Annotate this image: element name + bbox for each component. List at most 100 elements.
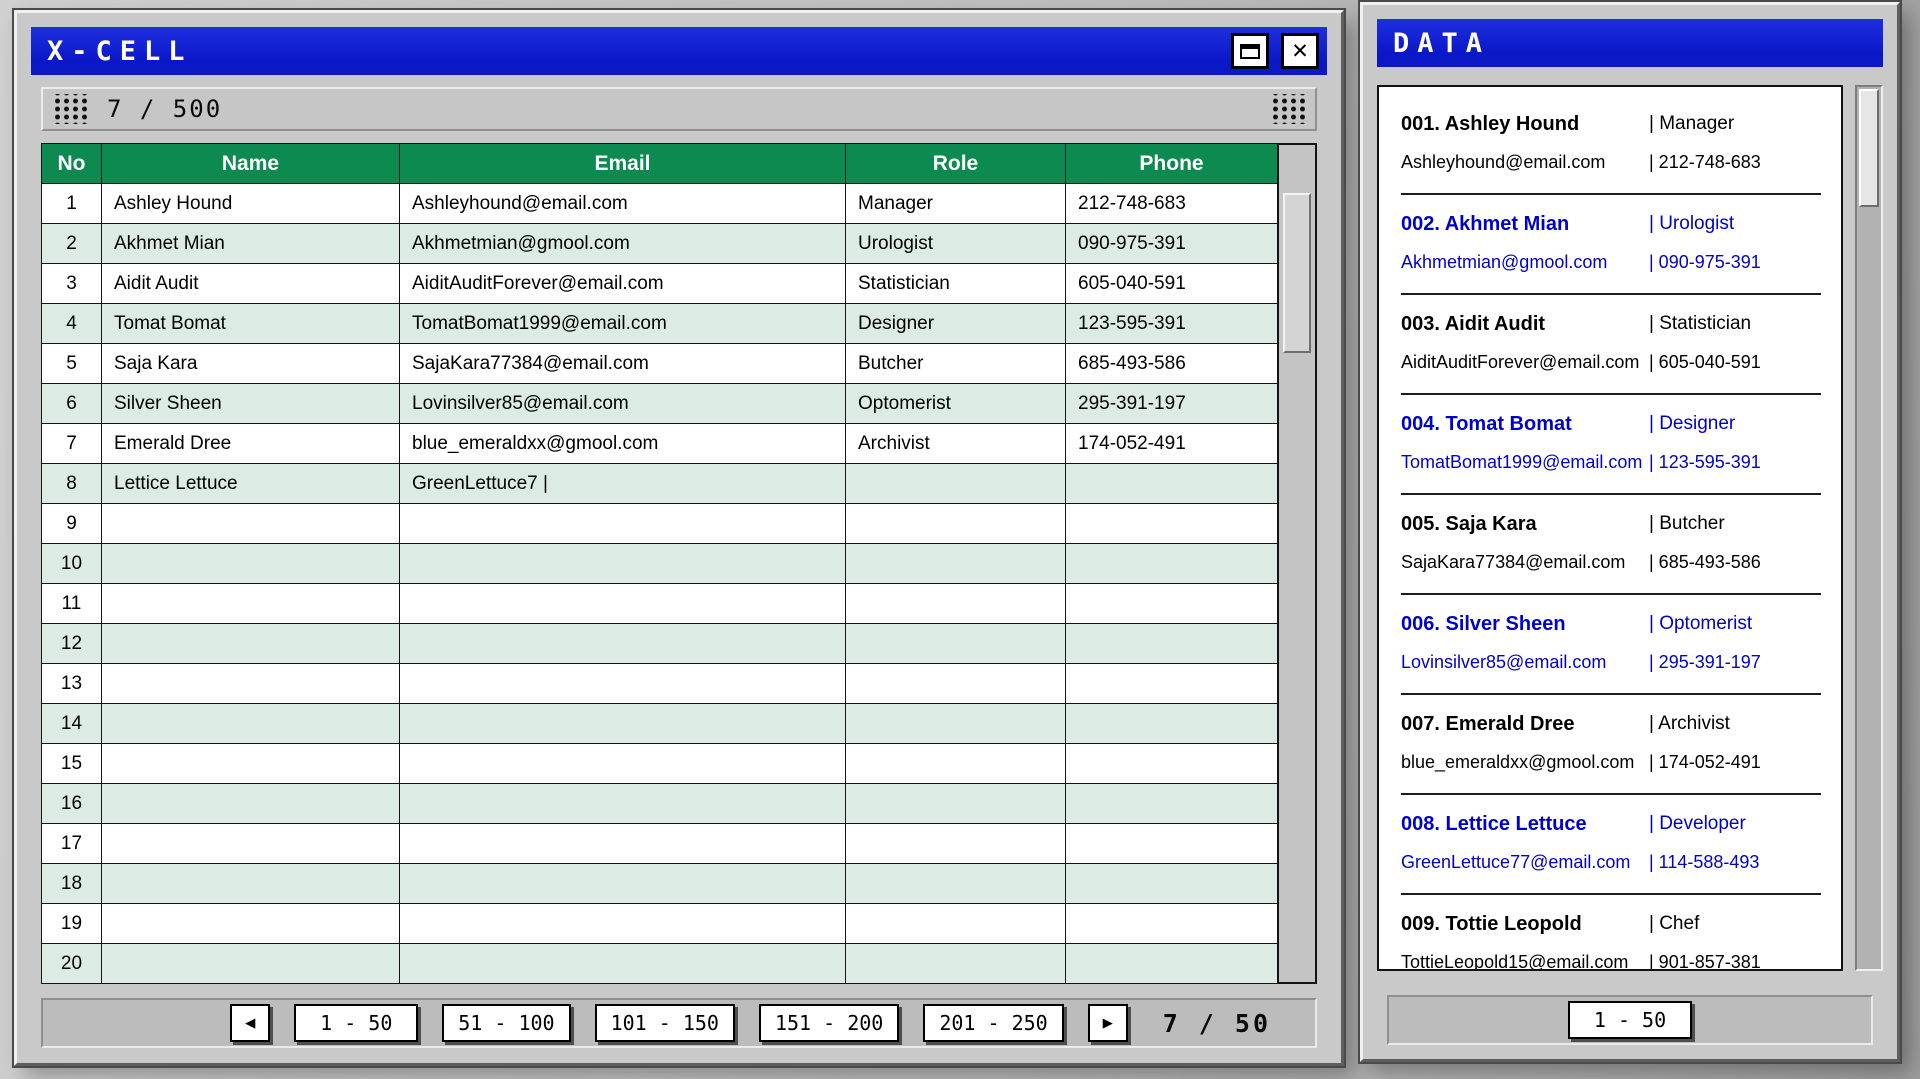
row-number[interactable]: 20 — [42, 944, 102, 984]
row-number[interactable]: 1 — [42, 184, 102, 224]
row-number[interactable]: 19 — [42, 904, 102, 944]
cell-phone[interactable] — [1066, 704, 1278, 744]
cell-phone[interactable]: 212-748-683 — [1066, 184, 1278, 224]
cell-phone[interactable] — [1066, 824, 1278, 864]
cell-role[interactable] — [846, 744, 1066, 784]
maximize-button[interactable] — [1231, 33, 1269, 69]
data-entry[interactable]: 004. Tomat Bomat| DesignerTomatBomat1999… — [1401, 395, 1821, 495]
cell-name[interactable] — [102, 504, 400, 544]
row-number[interactable]: 18 — [42, 864, 102, 904]
data-entry[interactable]: 008. Lettice Lettuce| DeveloperGreenLett… — [1401, 795, 1821, 895]
cell-name[interactable]: Ashley Hound — [102, 184, 400, 224]
cell-phone[interactable] — [1066, 744, 1278, 784]
cell-name[interactable]: Silver Sheen — [102, 384, 400, 424]
cell-email[interactable] — [400, 864, 846, 904]
cell-phone[interactable]: 123-595-391 — [1066, 304, 1278, 344]
cell-email[interactable] — [400, 504, 846, 544]
cell-name[interactable] — [102, 584, 400, 624]
cell-email[interactable]: AiditAuditForever@email.com — [400, 264, 846, 304]
cell-email[interactable]: TomatBomat1999@email.com — [400, 304, 846, 344]
cell-role[interactable] — [846, 504, 1066, 544]
row-number[interactable]: 2 — [42, 224, 102, 264]
cell-email[interactable] — [400, 784, 846, 824]
cell-phone[interactable] — [1066, 664, 1278, 704]
cell-name[interactable] — [102, 744, 400, 784]
cell-name[interactable] — [102, 784, 400, 824]
row-number[interactable]: 5 — [42, 344, 102, 384]
cell-email[interactable] — [400, 944, 846, 984]
cell-phone[interactable] — [1066, 904, 1278, 944]
row-number[interactable]: 8 — [42, 464, 102, 504]
cell-phone[interactable]: 685-493-586 — [1066, 344, 1278, 384]
data-entry[interactable]: 006. Silver Sheen| OptomeristLovinsilver… — [1401, 595, 1821, 695]
cell-phone[interactable]: 295-391-197 — [1066, 384, 1278, 424]
page-range-button[interactable]: 1 - 50 — [1568, 1001, 1692, 1039]
cell-role[interactable] — [846, 704, 1066, 744]
cell-role[interactable]: Optomerist — [846, 384, 1066, 424]
column-header-phone[interactable]: Phone — [1066, 144, 1278, 184]
cell-phone[interactable] — [1066, 864, 1278, 904]
page-range-button[interactable]: 1 - 50 — [294, 1004, 418, 1042]
column-header-role[interactable]: Role — [846, 144, 1066, 184]
row-number[interactable]: 11 — [42, 584, 102, 624]
cell-email[interactable] — [400, 624, 846, 664]
cell-email[interactable]: GreenLettuce7 | — [400, 464, 846, 504]
cell-role[interactable]: Butcher — [846, 344, 1066, 384]
cell-role[interactable] — [846, 624, 1066, 664]
row-number[interactable]: 6 — [42, 384, 102, 424]
cell-phone[interactable] — [1066, 624, 1278, 664]
scrollbar-thumb[interactable] — [1859, 89, 1879, 207]
cell-name[interactable] — [102, 544, 400, 584]
cell-name[interactable] — [102, 904, 400, 944]
column-header-email[interactable]: Email — [400, 144, 846, 184]
data-entry[interactable]: 005. Saja Kara| ButcherSajaKara77384@ema… — [1401, 495, 1821, 595]
cell-name[interactable] — [102, 704, 400, 744]
data-scrollbar[interactable] — [1855, 85, 1883, 971]
cell-name[interactable]: Lettice Lettuce — [102, 464, 400, 504]
cell-email[interactable]: Akhmetmian@gmool.com — [400, 224, 846, 264]
pager-next-button[interactable]: ▶ — [1088, 1004, 1128, 1042]
data-entry[interactable]: 001. Ashley Hound| ManagerAshleyhound@em… — [1401, 95, 1821, 195]
cell-name[interactable]: Tomat Bomat — [102, 304, 400, 344]
cell-phone[interactable] — [1066, 584, 1278, 624]
cell-email[interactable] — [400, 704, 846, 744]
row-number[interactable]: 14 — [42, 704, 102, 744]
cell-name[interactable]: Akhmet Mian — [102, 224, 400, 264]
cell-email[interactable] — [400, 904, 846, 944]
cell-phone[interactable] — [1066, 504, 1278, 544]
cell-role[interactable] — [846, 864, 1066, 904]
row-number[interactable]: 15 — [42, 744, 102, 784]
cell-email[interactable] — [400, 664, 846, 704]
row-number[interactable]: 9 — [42, 504, 102, 544]
cell-name[interactable]: Saja Kara — [102, 344, 400, 384]
cell-email[interactable]: Ashleyhound@email.com — [400, 184, 846, 224]
cell-phone[interactable]: 174-052-491 — [1066, 424, 1278, 464]
cell-email[interactable]: blue_emeraldxx@gmool.com — [400, 424, 846, 464]
data-entry[interactable]: 003. Aidit Audit| StatisticianAiditAudit… — [1401, 295, 1821, 395]
table-scrollbar[interactable] — [1278, 143, 1317, 984]
column-header-name[interactable]: Name — [102, 144, 400, 184]
cell-role[interactable]: Designer — [846, 304, 1066, 344]
cell-name[interactable] — [102, 944, 400, 984]
page-range-button[interactable]: 201 - 250 — [923, 1004, 1063, 1042]
row-number[interactable]: 4 — [42, 304, 102, 344]
cell-role[interactable] — [846, 544, 1066, 584]
cell-role[interactable] — [846, 784, 1066, 824]
cell-role[interactable] — [846, 464, 1066, 504]
close-button[interactable]: ✕ — [1281, 33, 1319, 69]
cell-role[interactable] — [846, 904, 1066, 944]
page-range-button[interactable]: 151 - 200 — [759, 1004, 899, 1042]
column-header-no[interactable]: No — [42, 144, 102, 184]
cell-name[interactable]: Emerald Dree — [102, 424, 400, 464]
cell-phone[interactable]: 090-975-391 — [1066, 224, 1278, 264]
cell-email[interactable]: SajaKara77384@email.com — [400, 344, 846, 384]
cell-phone[interactable] — [1066, 544, 1278, 584]
cell-email[interactable] — [400, 544, 846, 584]
page-range-button[interactable]: 101 - 150 — [595, 1004, 735, 1042]
cell-name[interactable]: Aidit Audit — [102, 264, 400, 304]
cell-phone[interactable] — [1066, 464, 1278, 504]
cell-role[interactable] — [846, 824, 1066, 864]
row-number[interactable]: 16 — [42, 784, 102, 824]
cell-email[interactable] — [400, 824, 846, 864]
cell-phone[interactable] — [1066, 944, 1278, 984]
